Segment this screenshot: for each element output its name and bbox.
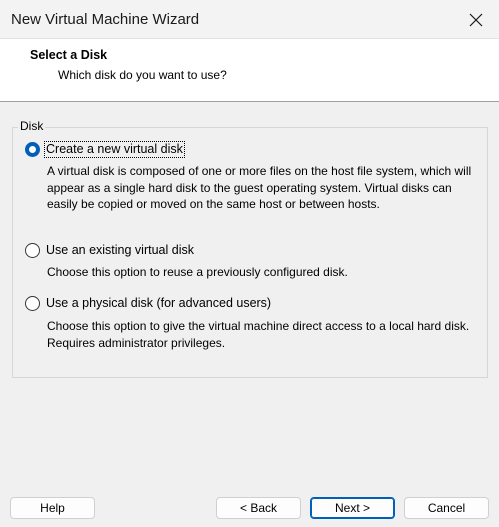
disk-group-label: Disk bbox=[18, 119, 46, 133]
radio-use-existing-disk[interactable] bbox=[25, 243, 40, 258]
close-button[interactable] bbox=[453, 0, 499, 39]
option-use-existing-disk[interactable]: Use an existing virtual disk bbox=[25, 242, 195, 259]
option-use-existing-disk-label[interactable]: Use an existing virtual disk bbox=[45, 243, 195, 258]
radio-use-physical-disk[interactable] bbox=[25, 296, 40, 311]
option-create-new-disk-label[interactable]: Create a new virtual disk bbox=[44, 141, 185, 158]
option-create-new-disk[interactable]: Create a new virtual disk bbox=[25, 141, 185, 158]
option-use-existing-disk-description: Choose this option to reuse a previously… bbox=[47, 265, 348, 279]
window-title: New Virtual Machine Wizard bbox=[11, 11, 200, 28]
help-button[interactable]: Help bbox=[10, 497, 95, 519]
cancel-button[interactable]: Cancel bbox=[404, 497, 489, 519]
option-create-new-disk-description: A virtual disk is composed of one or mor… bbox=[47, 164, 472, 211]
option-use-physical-disk-label[interactable]: Use a physical disk (for advanced users) bbox=[45, 296, 272, 311]
option-use-physical-disk-description: Choose this option to give the virtual m… bbox=[47, 319, 470, 350]
close-icon bbox=[469, 13, 483, 27]
radio-create-new-disk[interactable] bbox=[25, 142, 40, 157]
next-button[interactable]: Next > bbox=[310, 497, 395, 519]
title-bar: New Virtual Machine Wizard bbox=[0, 0, 499, 39]
page-title: Select a Disk bbox=[30, 48, 108, 62]
back-button[interactable]: < Back bbox=[216, 497, 301, 519]
option-use-physical-disk[interactable]: Use a physical disk (for advanced users) bbox=[25, 295, 272, 312]
wizard-header: Select a Disk Which disk do you want to … bbox=[0, 39, 499, 102]
page-subtitle: Which disk do you want to use? bbox=[58, 68, 227, 82]
